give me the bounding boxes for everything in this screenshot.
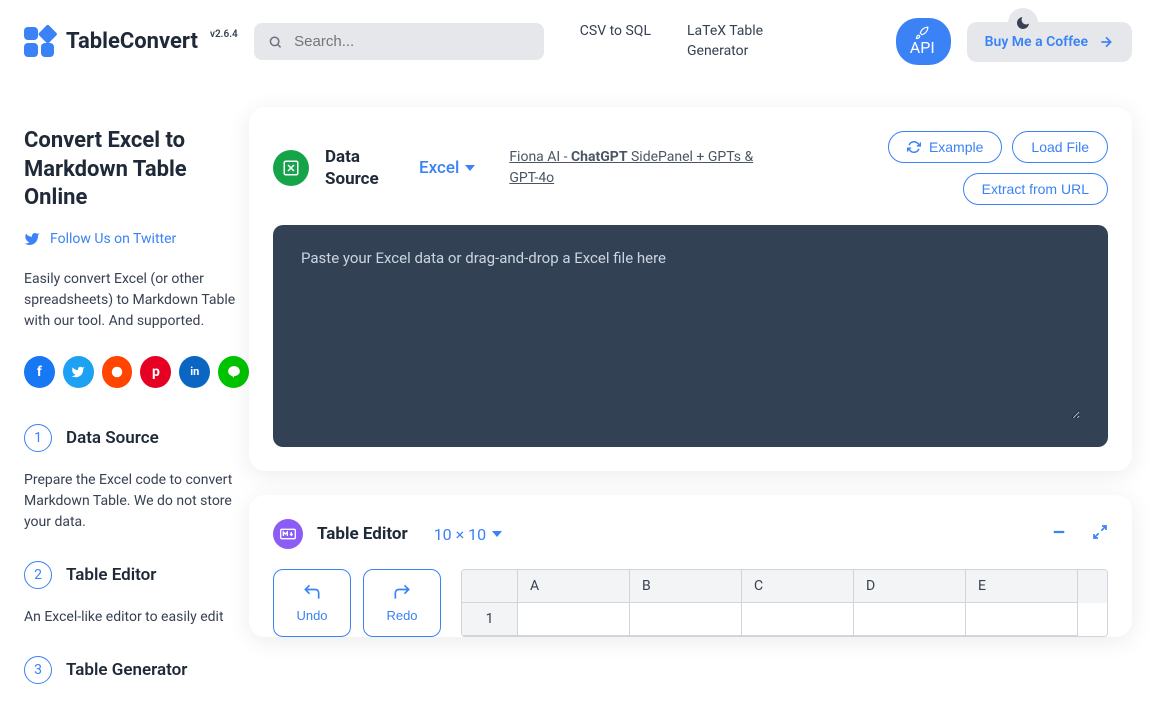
sidebar: Convert Excel to Markdown Table Online F… [24, 83, 249, 702]
content: Data Source Excel Fiona AI - ChatGPT Sid… [249, 83, 1132, 702]
col-header-c[interactable]: C [742, 570, 854, 603]
social-reddit[interactable] [102, 356, 133, 388]
collapse-button[interactable] [1050, 523, 1068, 545]
twitter-label: Follow Us on Twitter [50, 231, 176, 247]
col-header-b[interactable]: B [630, 570, 742, 603]
paste-area[interactable] [273, 225, 1108, 447]
step-1: 1 Data Source [24, 424, 249, 452]
expand-icon [1092, 524, 1108, 540]
coffee-label: Buy Me a Coffee [985, 34, 1088, 50]
search-icon [268, 34, 282, 50]
markdown-icon [273, 519, 303, 549]
table-editor-card: Table Editor 10 × 10 [249, 495, 1132, 637]
table-editor-header: Table Editor 10 × 10 [273, 519, 1108, 549]
header: TableConvert v2.6.4 CSV to SQL LaTeX Tab… [0, 0, 1156, 83]
social-row: f p in [24, 356, 249, 388]
select-value: Excel [419, 158, 459, 178]
redo-button[interactable]: Redo [363, 569, 441, 637]
social-linkedin[interactable]: in [179, 356, 210, 388]
example-button[interactable]: Example [888, 131, 1002, 163]
expand-button[interactable] [1092, 524, 1108, 544]
cell-d1[interactable] [854, 603, 966, 636]
undo-icon [302, 582, 322, 602]
twitter-icon [24, 231, 40, 247]
chevron-down-icon [465, 165, 475, 171]
data-source-card: Data Source Excel Fiona AI - ChatGPT Sid… [249, 107, 1132, 471]
step-number: 3 [24, 656, 52, 684]
step-title: Table Editor [66, 565, 156, 585]
paste-textarea[interactable] [301, 249, 1080, 419]
page-description: Easily convert Excel (or other spreadshe… [24, 269, 249, 332]
social-line[interactable] [218, 356, 249, 388]
excel-icon [273, 150, 309, 186]
step-1-desc: Prepare the Excel code to convert Markdo… [24, 470, 249, 533]
version-badge: v2.6.4 [210, 29, 238, 40]
step-title: Data Source [66, 428, 159, 448]
col-header-e[interactable]: E [966, 570, 1078, 603]
table-editor-title: Table Editor [317, 524, 408, 544]
search-input[interactable] [294, 33, 530, 50]
step-title: Table Generator [66, 660, 187, 680]
logo-icon [24, 27, 54, 57]
step-3: 3 Table Generator [24, 656, 249, 684]
social-twitter[interactable] [63, 356, 94, 388]
editor-body: Undo Redo A B C D E [273, 569, 1108, 637]
dark-mode-toggle[interactable] [1008, 8, 1038, 38]
search-box[interactable] [254, 23, 544, 60]
nav-csv-to-sql[interactable]: CSV to SQL [580, 22, 651, 61]
social-pinterest[interactable]: p [140, 356, 171, 388]
step-number: 1 [24, 424, 52, 452]
redo-icon [392, 582, 412, 602]
step-2-desc: An Excel-like editor to easily edit [24, 607, 249, 628]
load-file-button[interactable]: Load File [1012, 131, 1108, 163]
twitter-link[interactable]: Follow Us on Twitter [24, 231, 249, 247]
data-source-select[interactable]: Excel [419, 158, 475, 178]
data-source-label: Data Source [325, 146, 383, 190]
reddit-icon [110, 365, 124, 379]
grid-header-row: A B C D E [462, 570, 1107, 603]
api-label: API [910, 38, 935, 57]
nav-links: CSV to SQL LaTeX Table Generator [580, 22, 777, 61]
step-number: 2 [24, 561, 52, 589]
social-facebook[interactable]: f [24, 356, 55, 388]
logo[interactable]: TableConvert v2.6.4 [24, 27, 238, 57]
promo-link[interactable]: Fiona AI - ChatGPT SidePanel + GPTs & GP… [509, 147, 779, 189]
spreadsheet-grid[interactable]: A B C D E 1 [461, 569, 1108, 637]
grid-row-1: 1 [462, 603, 1107, 636]
main: Convert Excel to Markdown Table Online F… [0, 83, 1156, 702]
extract-url-button[interactable]: Extract from URL [963, 173, 1108, 205]
col-header-d[interactable]: D [854, 570, 966, 603]
refresh-icon [907, 140, 921, 154]
cell-c1[interactable] [742, 603, 854, 636]
line-icon [227, 365, 241, 379]
action-buttons: Example Load File Extract from URL [858, 131, 1108, 205]
minus-icon [1050, 523, 1068, 541]
data-source-header: Data Source Excel Fiona AI - ChatGPT Sid… [273, 131, 1108, 205]
chevron-down-icon [492, 531, 502, 537]
arrow-right-icon [1098, 34, 1114, 50]
cell-a1[interactable] [518, 603, 630, 636]
editor-controls [1050, 523, 1108, 545]
editor-buttons: Undo Redo [273, 569, 441, 637]
api-button[interactable]: API [896, 18, 951, 65]
twitter-icon [71, 365, 85, 379]
col-header-a[interactable]: A [518, 570, 630, 603]
row-header-1[interactable]: 1 [462, 603, 518, 636]
cell-b1[interactable] [630, 603, 742, 636]
buy-coffee-button[interactable]: Buy Me a Coffee [967, 22, 1132, 62]
corner-cell[interactable] [462, 570, 518, 603]
page-title: Convert Excel to Markdown Table Online [24, 127, 249, 213]
moon-icon [1015, 15, 1031, 31]
table-size-select[interactable]: 10 × 10 [434, 525, 502, 544]
nav-latex-generator[interactable]: LaTeX Table Generator [687, 22, 777, 61]
cell-e1[interactable] [966, 603, 1078, 636]
step-2: 2 Table Editor [24, 561, 249, 589]
brand-name: TableConvert [66, 29, 198, 54]
undo-button[interactable]: Undo [273, 569, 351, 637]
